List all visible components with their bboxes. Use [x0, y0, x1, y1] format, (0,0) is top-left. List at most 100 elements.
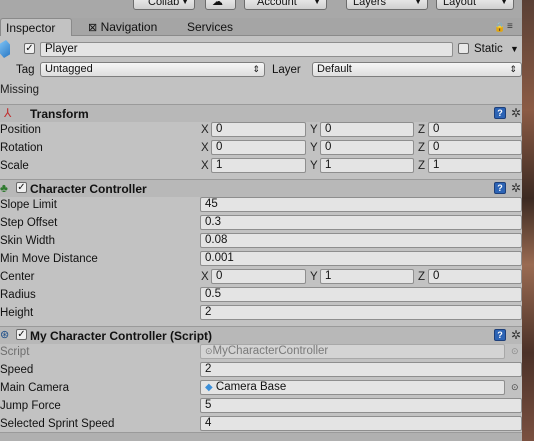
slope-limit-input[interactable]: 45 — [200, 197, 522, 212]
missing-label: Missing — [0, 84, 39, 96]
center-y-value: 1 — [325, 270, 332, 282]
character-controller-header[interactable]: ♣ ✓ Character Controller ? ✲ — [0, 179, 522, 197]
skin-width-input[interactable]: 0.08 — [200, 233, 522, 248]
tag-value: Untagged — [45, 63, 93, 75]
skin-width-label: Skin Width — [0, 235, 55, 247]
tab-bar: Inspector ⊠ Navigation Services — [0, 18, 522, 36]
main-camera-field[interactable]: ◆ Camera Base — [200, 380, 505, 395]
scale-z-input[interactable]: 1 — [428, 158, 522, 173]
min-move-distance-value: 0.001 — [205, 252, 234, 264]
object-picker-icon[interactable]: ⊙ — [511, 382, 519, 393]
cloud-button[interactable]: ☁ — [205, 0, 236, 10]
layer-label: Layer — [272, 64, 301, 76]
collab-label: Collab — [148, 0, 180, 8]
account-button[interactable]: Account ▼ — [244, 0, 327, 10]
position-y-input[interactable]: 0 — [320, 122, 414, 137]
collab-button[interactable]: Collab ▼ — [133, 0, 195, 10]
tag-label: Tag — [16, 64, 35, 76]
rotation-y-input[interactable]: 0 — [320, 140, 414, 155]
chevron-down-icon: ▼ — [500, 0, 508, 6]
scale-y-value: 1 — [325, 159, 332, 171]
center-y-input[interactable]: 1 — [320, 269, 414, 284]
layer-value: Default — [317, 63, 352, 75]
scale-z-value: 1 — [433, 159, 440, 171]
radius-input[interactable]: 0.5 — [200, 287, 522, 302]
min-move-distance-input[interactable]: 0.001 — [200, 251, 522, 266]
updown-arrow-icon: ⇕ — [509, 64, 517, 74]
tab-menu-icon[interactable]: ≡ — [507, 21, 513, 32]
rotation-z-value: 0 — [433, 141, 440, 153]
transform-axes-icon: ⅄ — [4, 106, 12, 120]
step-offset-value: 0.3 — [205, 216, 221, 228]
layer-dropdown[interactable]: Default ⇕ — [312, 62, 522, 77]
static-dropdown-icon[interactable]: ▼ — [510, 42, 519, 56]
rotation-z-input[interactable]: 0 — [428, 140, 522, 155]
layout-dropdown[interactable]: Layout ▼ — [436, 0, 514, 10]
chevron-down-icon: ▼ — [181, 0, 189, 6]
layout-label: Layout — [443, 0, 477, 8]
tab-services[interactable]: Services — [187, 18, 233, 36]
height-value: 2 — [205, 306, 212, 318]
gear-icon[interactable]: ✲ — [511, 329, 521, 341]
position-x-value: 0 — [216, 123, 223, 135]
step-offset-input[interactable]: 0.3 — [200, 215, 522, 230]
gear-icon[interactable]: ✲ — [511, 107, 521, 119]
gear-icon[interactable]: ✲ — [511, 182, 521, 194]
tab-services-label: Services — [187, 20, 234, 34]
selected-sprint-speed-input[interactable]: 4 — [200, 416, 522, 431]
tab-navigation[interactable]: ⊠ Navigation — [88, 18, 157, 36]
position-z-input[interactable]: 0 — [428, 122, 522, 137]
scale-label: Scale — [0, 160, 29, 172]
speed-input[interactable]: 2 — [200, 362, 522, 377]
axis-y-label: Y — [310, 124, 318, 136]
transform-title: Transform — [30, 107, 89, 121]
character-controller-icon: ♣ — [0, 181, 8, 195]
jump-force-value: 5 — [205, 399, 212, 411]
axis-y-label: Y — [310, 142, 318, 154]
static-checkbox[interactable] — [458, 43, 469, 54]
axis-z-label: Z — [418, 271, 426, 283]
scale-y-input[interactable]: 1 — [320, 158, 414, 173]
center-z-input[interactable]: 0 — [428, 269, 522, 284]
tab-inspector[interactable]: Inspector — [0, 18, 72, 36]
help-icon[interactable]: ? — [494, 182, 506, 194]
object-name-input[interactable]: Player — [40, 42, 453, 57]
slope-limit-value: 45 — [205, 198, 218, 210]
selected-sprint-speed-value: 4 — [205, 417, 212, 429]
rotation-x-input[interactable]: 0 — [211, 140, 306, 155]
help-icon[interactable]: ? — [494, 107, 506, 119]
axis-x-label: X — [201, 124, 209, 136]
script-enabled-checkbox[interactable]: ✓ — [16, 329, 27, 340]
script-label: Script — [0, 346, 30, 358]
selected-sprint-speed-label: Selected Sprint Speed — [0, 418, 115, 430]
scale-x-input[interactable]: 1 — [211, 158, 306, 173]
chevron-down-icon: ▼ — [313, 0, 321, 6]
position-y-value: 0 — [325, 123, 332, 135]
main-camera-value: Camera Base — [215, 381, 287, 393]
axis-z-label: Z — [418, 124, 426, 136]
character-controller-enabled-checkbox[interactable]: ✓ — [16, 182, 27, 193]
center-x-input[interactable]: 0 — [211, 269, 306, 284]
help-icon[interactable]: ? — [494, 329, 506, 341]
layers-dropdown[interactable]: Layers ▼ — [346, 0, 428, 10]
jump-force-label: Jump Force — [0, 400, 61, 412]
script-object-field: ⊙MyCharacterController — [200, 344, 505, 359]
rotation-label: Rotation — [0, 142, 43, 154]
speed-label: Speed — [0, 364, 34, 376]
character-controller-title: Character Controller — [30, 182, 147, 196]
lock-icon[interactable]: 🔒 — [494, 23, 505, 32]
script-component-header[interactable]: ⊛ ✓ My Character Controller (Script) ? ✲ — [0, 326, 522, 344]
height-label: Height — [0, 307, 34, 319]
transform-header[interactable]: ⅄ Transform ? ✲ — [0, 104, 522, 122]
height-input[interactable]: 2 — [200, 305, 522, 320]
tab-inspector-label: Inspector — [6, 21, 56, 35]
object-name-value: Player — [45, 43, 78, 55]
scene-view-edge — [522, 0, 534, 441]
active-checkbox[interactable]: ✓ — [24, 43, 35, 54]
tag-dropdown[interactable]: Untagged ⇕ — [40, 62, 265, 77]
center-label: Center — [0, 271, 35, 283]
position-x-input[interactable]: 0 — [211, 122, 306, 137]
step-offset-label: Step Offset — [0, 217, 58, 229]
slope-limit-label: Slope Limit — [0, 199, 57, 211]
jump-force-input[interactable]: 5 — [200, 398, 522, 413]
